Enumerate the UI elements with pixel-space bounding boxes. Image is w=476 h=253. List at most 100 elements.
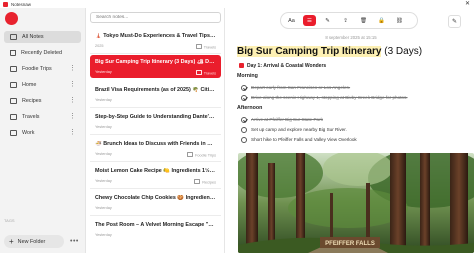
checkbox-unchecked[interactable]: [241, 136, 247, 143]
sidebar-item-recipes[interactable]: Recipes ⋮: [4, 95, 81, 107]
forest-photo[interactable]: PFEIFFER FALLS: [238, 153, 474, 253]
plus-icon: +: [9, 236, 14, 246]
sidebar-item-work[interactable]: Work ⋮: [4, 127, 81, 139]
task-text: Arrive at Pfeiffer Big Sur State Park: [251, 117, 323, 122]
day-heading: Day 1: Arrival & Coastal Wonders: [239, 63, 326, 69]
folder-icon: [10, 66, 17, 72]
note-item[interactable]: 🍜 Brunch Ideas to Discuss with Friends i…: [90, 137, 221, 160]
lock-button[interactable]: 🔒: [375, 15, 388, 26]
avatar[interactable]: [5, 12, 18, 25]
search-input[interactable]: [90, 12, 221, 23]
note-meta: Yesterday: [95, 233, 216, 238]
section-morning: Morning: [237, 73, 258, 79]
checkbox-checked[interactable]: [241, 84, 247, 91]
note-editor: Aa ☰ ✎ ⇪ 🗑 🔒 ⛓ ✎ 8 september 2025 at 15:…: [226, 8, 476, 253]
checklist-item[interactable]: Drive along the scenic Highway 1, stoppi…: [241, 94, 408, 101]
note-date: Yesterday: [95, 70, 112, 74]
note-title: 🗼 Tokyo Must-Do Experiences & Travel Tip…: [95, 33, 216, 39]
note-item[interactable]: Chewy Chocolate Chip Cookies 🍪 Ingredien…: [90, 191, 221, 214]
checklist-item[interactable]: Short hike to Pfeiffer Falls and Valley …: [241, 136, 357, 143]
sidebar-item-label: Recipes: [22, 98, 42, 104]
note-title: Step-by-Step Guide to Understanding Dant…: [95, 114, 216, 120]
note-title-heading[interactable]: Big Sur Camping Trip Itinerary (3 Days): [237, 45, 422, 58]
edit-icon: ✎: [451, 19, 458, 25]
checklist-item[interactable]: Set up camp and explore nearby Big Sur R…: [241, 126, 347, 133]
note-meta: Yesterday: [95, 206, 216, 211]
pen-button[interactable]: ✎: [321, 15, 334, 26]
checklist-item[interactable]: Depart early from San Francisco or Los A…: [241, 84, 350, 91]
new-note-button[interactable]: ✎: [448, 15, 461, 28]
note-title: The Post Room – A Velvet Morning Escape …: [95, 222, 216, 228]
font-style-button[interactable]: Aa: [285, 15, 298, 26]
divider: [90, 215, 221, 216]
more-vertical-icon[interactable]: ⋮: [69, 81, 76, 88]
note-meta: Yesterday Foodie Trips: [95, 152, 216, 159]
sidebar-item-travels[interactable]: Travels ⋮: [4, 111, 81, 123]
checklist-button[interactable]: ☰: [303, 15, 316, 26]
title-rest: (3 Days): [381, 46, 423, 57]
folder-icon: [10, 98, 17, 104]
note-meta: 2025 Travels: [95, 44, 216, 51]
divider: [90, 161, 221, 162]
note-title: Moist Lemon Cake Recipe 🍋 Ingredients 1½…: [95, 168, 216, 174]
sidebar-item-label: Travels: [22, 114, 40, 120]
link-button[interactable]: ⛓: [393, 15, 406, 26]
note-meta: Yesterday Travels: [95, 70, 216, 77]
trash-icon: [10, 50, 16, 56]
checkbox-checked[interactable]: [241, 116, 247, 123]
note-date: Yesterday: [95, 206, 112, 210]
note-meta: Yesterday Recipes: [95, 179, 216, 186]
sidebar-item-label: All Notes: [22, 34, 44, 40]
more-vertical-icon[interactable]: ⋮: [69, 97, 76, 104]
app-logo-icon: [3, 1, 8, 7]
more-vertical-icon[interactable]: ⋮: [69, 113, 76, 120]
note-item[interactable]: Step-by-Step Guide to Understanding Dant…: [90, 110, 221, 133]
note-item[interactable]: Moist Lemon Cake Recipe 🍋 Ingredients 1½…: [90, 164, 221, 187]
delete-button[interactable]: 🗑: [357, 15, 370, 26]
note-folder: Foodie Trips: [187, 152, 216, 159]
task-text: Short hike to Pfeiffer Falls and Valley …: [251, 137, 357, 142]
note-date: Yesterday: [95, 98, 112, 102]
sidebar-item-foodie-trips[interactable]: Foodie Trips ⋮: [4, 63, 81, 75]
divider: [90, 188, 221, 189]
folder-icon: [10, 114, 17, 120]
checklist-item[interactable]: Arrive at Pfeiffer Big Sur State Park: [241, 116, 323, 123]
format-toolbar: Aa ☰ ✎ ⇪ 🗑 🔒 ⛓: [280, 12, 418, 29]
divider: [90, 134, 221, 135]
sidebar-item-all-notes[interactable]: All Notes: [4, 31, 81, 43]
note-date: Yesterday: [95, 125, 112, 129]
tags-label: TAGS: [4, 218, 15, 223]
divider: [90, 107, 221, 108]
note-date-header: 8 september 2025 at 15:15: [325, 35, 377, 40]
photo-sign-text: PFEIFFER FALLS: [325, 241, 375, 247]
more-horizontal-icon[interactable]: •••: [70, 238, 79, 245]
sidebar-item-home[interactable]: Home ⋮: [4, 79, 81, 91]
note-item-selected[interactable]: Big Sur Camping Trip Itinerary (3 Days) …: [90, 55, 221, 78]
sidebar-item-recently-deleted[interactable]: Recently Deleted: [4, 47, 81, 59]
note-title: Big Sur Camping Trip Itinerary (3 Days) …: [95, 59, 216, 65]
checkbox-checked[interactable]: [241, 94, 247, 101]
divider: [90, 53, 221, 54]
new-folder-label: New Folder: [17, 238, 46, 245]
note-date: Yesterday: [95, 152, 112, 156]
note-folder: Travels: [196, 44, 216, 51]
note-folder: Recipes: [194, 179, 216, 186]
checkbox-unchecked[interactable]: [241, 126, 247, 133]
share-button[interactable]: ⇪: [339, 15, 352, 26]
note-item[interactable]: 🗼 Tokyo Must-Do Experiences & Travel Tip…: [90, 29, 221, 52]
notes-icon: [10, 34, 17, 40]
note-folder: Travels: [196, 70, 216, 77]
sidebar: All Notes Recently Deleted Foodie Trips …: [0, 8, 86, 253]
new-folder-button[interactable]: + New Folder: [4, 235, 64, 248]
calendar-icon: [239, 63, 244, 68]
more-vertical-icon[interactable]: ⋮: [69, 65, 76, 72]
window-close-button[interactable]: ✕: [465, 0, 470, 8]
app-title: Notesnaw: [11, 1, 32, 7]
note-item[interactable]: The Post Room – A Velvet Morning Escape …: [90, 218, 221, 241]
sidebar-item-label: Work: [22, 130, 35, 136]
day-label: Day 1: Arrival & Coastal Wonders: [247, 63, 327, 69]
note-item[interactable]: Brazil Visa Requirements (as of 2025) 🌴 …: [90, 83, 221, 106]
task-text: Drive along the scenic Highway 1, stoppi…: [251, 95, 408, 100]
more-vertical-icon[interactable]: ⋮: [69, 129, 76, 136]
forest-photo-illustration: PFEIFFER FALLS: [238, 153, 474, 253]
